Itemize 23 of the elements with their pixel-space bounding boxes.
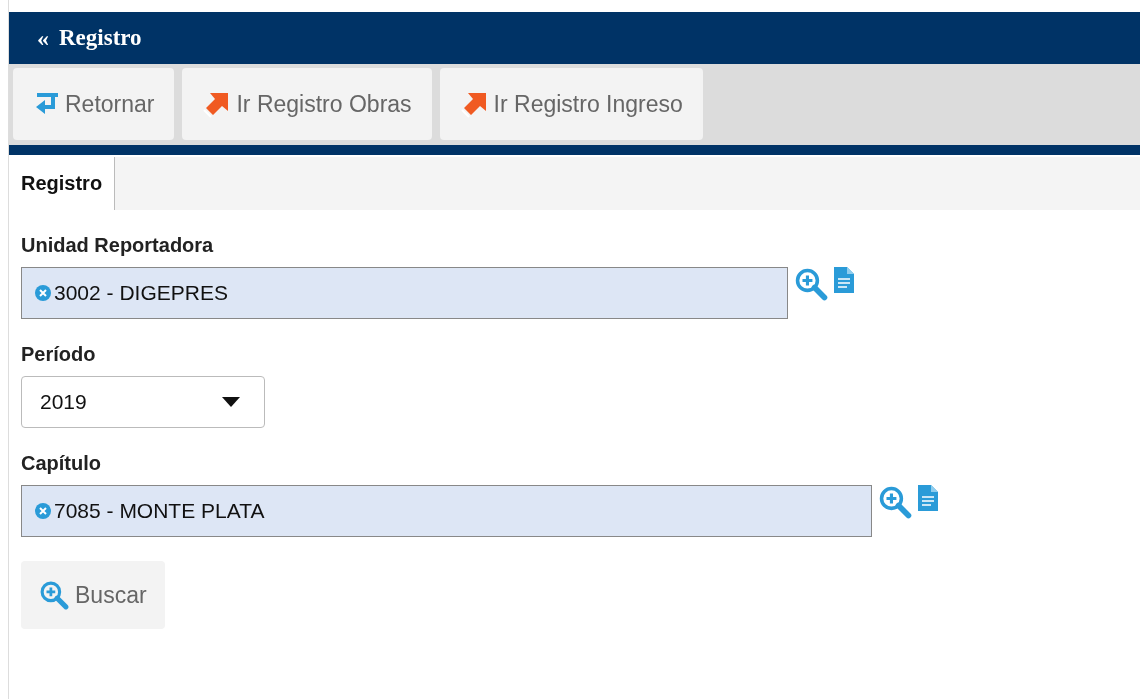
collapse-toggle[interactable]: « — [37, 24, 49, 52]
multiselect-field[interactable]: 7085 - MONTE PLATA — [21, 485, 872, 537]
toolbar-button[interactable]: Retornar — [13, 68, 175, 140]
search-button[interactable]: Buscar — [21, 561, 165, 629]
field-label: Capítulo — [21, 452, 102, 475]
zoom-in-icon[interactable] — [878, 485, 912, 519]
dropdown[interactable]: 2019 — [21, 376, 265, 428]
remove-icon[interactable] — [34, 502, 52, 520]
dropdown-caret-icon — [222, 397, 240, 407]
zoom-in-icon[interactable] — [39, 580, 69, 610]
selected-value: 7085 - MONTE PLATA — [54, 499, 265, 523]
tab[interactable]: Registro — [9, 157, 116, 210]
zoom-in-icon[interactable] — [794, 267, 828, 301]
multiselect-field[interactable]: 3002 - DIGEPRES — [21, 267, 788, 319]
toolbar-button[interactable]: Ir Registro Obras — [182, 68, 432, 140]
field-label: Período — [21, 343, 97, 366]
selected-value: 3002 - DIGEPRES — [54, 281, 228, 305]
remove-icon[interactable] — [34, 284, 52, 302]
page-title: Registro — [59, 25, 142, 51]
document-icon[interactable] — [834, 267, 854, 293]
field-label: Unidad Reportadora — [21, 234, 215, 257]
toolbar-button[interactable]: Ir Registro Ingreso — [439, 68, 703, 140]
document-icon[interactable] — [918, 485, 938, 511]
